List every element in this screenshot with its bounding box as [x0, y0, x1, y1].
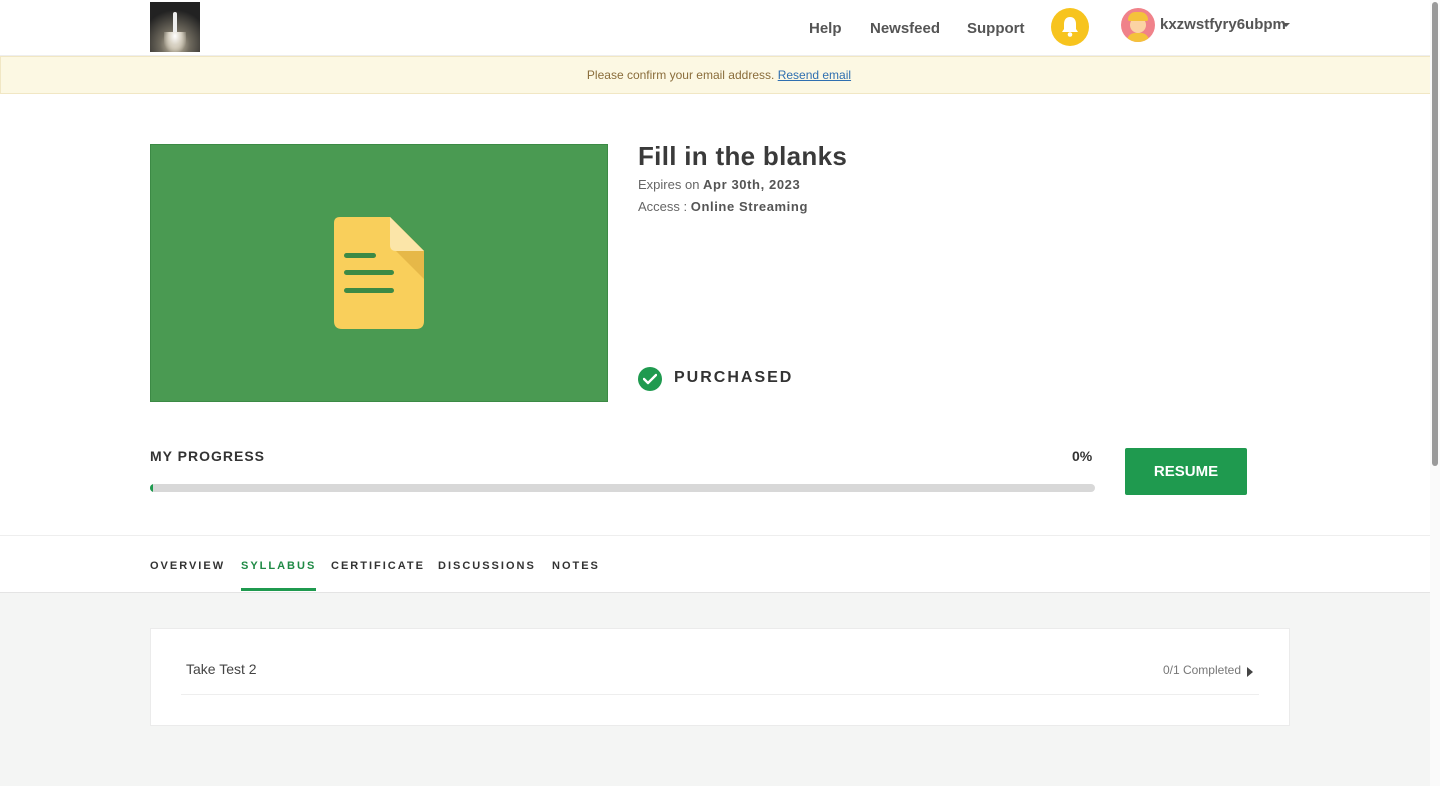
course-title: Fill in the blanks: [638, 141, 848, 171]
page-scrollbar[interactable]: [1430, 0, 1440, 786]
nav-newsfeed-link[interactable]: Newsfeed: [870, 20, 940, 37]
tab-notes[interactable]: NOTES: [552, 560, 600, 588]
course-access: Access : Online Streaming: [638, 199, 808, 214]
document-icon: [334, 217, 424, 329]
expiry-prefix: Expires on: [638, 177, 700, 192]
username-menu[interactable]: kxzwstfyry6ubpm: [1160, 16, 1286, 33]
syllabus-item-title[interactable]: Take Test 2: [186, 661, 257, 677]
rocket-shape: [173, 12, 177, 34]
tab-certificate[interactable]: CERTIFICATE: [331, 560, 425, 588]
check-circle-icon: [638, 367, 662, 391]
notifications-button[interactable]: [1051, 8, 1089, 46]
scrollbar-thumb[interactable]: [1432, 2, 1438, 466]
access-prefix: Access :: [638, 199, 688, 214]
rocket-plume-shape: [164, 32, 186, 52]
email-confirm-banner: Please confirm your email address. Resen…: [0, 56, 1438, 94]
resend-email-link[interactable]: Resend email: [778, 68, 851, 82]
divider: [181, 694, 1259, 695]
syllabus-card: Take Test 2 0/1 Completed: [150, 628, 1290, 726]
course-thumbnail: [150, 144, 608, 402]
nav-help-link[interactable]: Help: [809, 20, 842, 37]
top-navbar: Help Newsfeed Support kxzwstfyry6ubpm: [0, 0, 1430, 56]
chevron-down-icon[interactable]: [1282, 23, 1290, 27]
nav-support-link[interactable]: Support: [967, 20, 1025, 37]
avatar-hat-shape: [1128, 12, 1148, 21]
course-expiry: Expires on Apr 30th, 2023: [638, 177, 800, 192]
avatar-body-shape: [1127, 33, 1149, 42]
course-tabs: OVERVIEW SYLLABUS CERTIFICATE DISCUSSION…: [0, 535, 1430, 593]
resume-button[interactable]: RESUME: [1125, 448, 1247, 495]
tab-discussions[interactable]: DISCUSSIONS: [438, 560, 536, 588]
progress-percent: 0%: [1072, 448, 1093, 464]
tab-syllabus[interactable]: SYLLABUS: [241, 560, 317, 591]
access-value: Online Streaming: [690, 199, 808, 214]
purchased-status: PURCHASED: [674, 369, 794, 386]
user-avatar[interactable]: [1121, 8, 1155, 42]
site-logo[interactable]: [150, 2, 200, 52]
progress-bar-fill: [150, 484, 153, 492]
bell-icon: [1062, 17, 1078, 37]
progress-bar: [150, 484, 1095, 492]
chevron-right-icon[interactable]: [1247, 667, 1253, 677]
expiry-date: Apr 30th, 2023: [703, 177, 801, 192]
progress-label: MY PROGRESS: [150, 448, 265, 464]
tab-overview[interactable]: OVERVIEW: [150, 560, 225, 588]
syllabus-item-status: 0/1 Completed: [1162, 663, 1241, 677]
banner-message: Please confirm your email address.: [586, 68, 775, 82]
